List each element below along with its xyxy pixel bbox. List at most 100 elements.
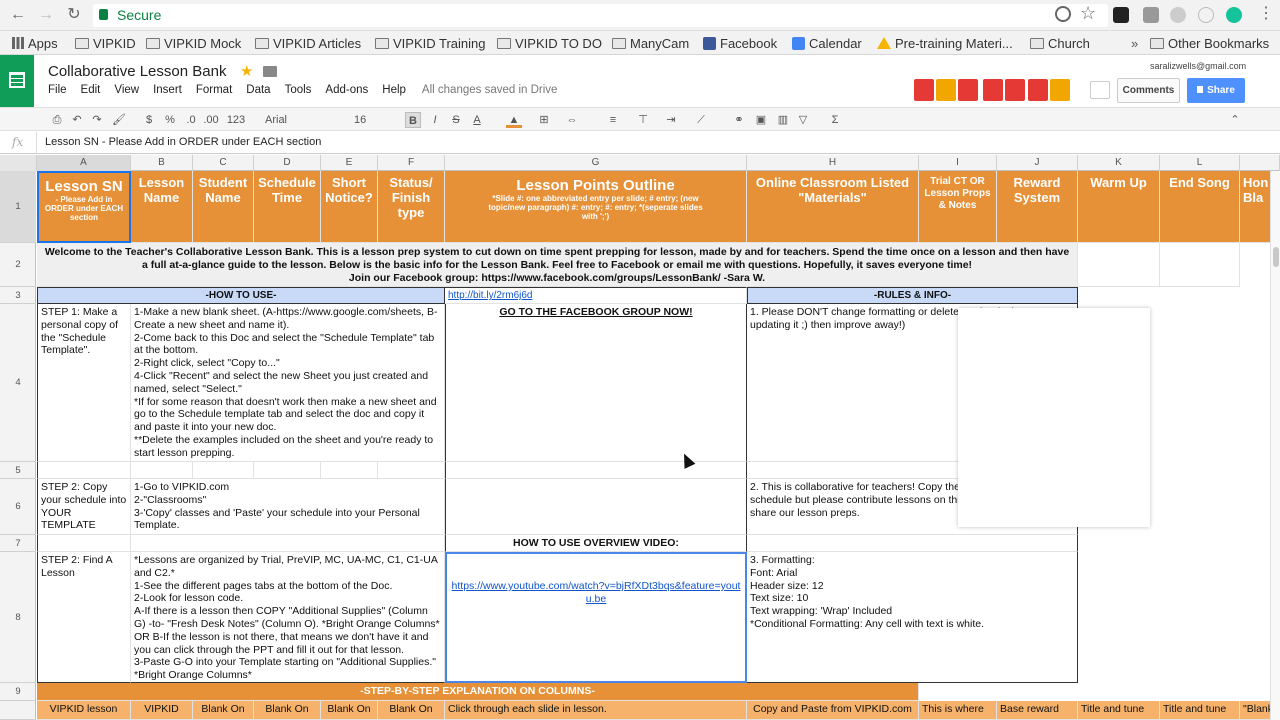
bookmark-vipkid-articles[interactable]: VIPKID Articles bbox=[255, 35, 361, 51]
collaborator-avatar-icon[interactable] bbox=[983, 79, 1003, 101]
percent-button[interactable]: % bbox=[164, 112, 176, 128]
cell-a1[interactable]: Lesson SN - Please Add in ORDER under EA… bbox=[37, 171, 131, 243]
menu-file[interactable]: File bbox=[48, 84, 67, 96]
bookmark-calendar[interactable]: Calendar bbox=[792, 35, 862, 51]
formula-input[interactable]: Lesson SN - Please Add in ORDER under EA… bbox=[45, 136, 321, 148]
bookmark-other[interactable]: Other Bookmarks bbox=[1150, 35, 1269, 51]
bitly-link[interactable]: http://bit.ly/2rm6j6d bbox=[445, 287, 747, 304]
font-select[interactable]: Arial bbox=[265, 112, 335, 128]
cell-h10[interactable]: Copy and Paste from VIPKID.com bbox=[747, 701, 919, 720]
cell-g10[interactable]: Click through each slide in lesson. bbox=[445, 701, 747, 720]
menu-insert[interactable]: Insert bbox=[153, 84, 182, 96]
cell-b4-instructions[interactable]: 1-Make a new blank sheet. (A-https://www… bbox=[131, 304, 445, 462]
cell-i10[interactable]: This is where bbox=[919, 701, 997, 720]
share-button[interactable]: Share bbox=[1187, 78, 1245, 103]
row-header-9[interactable]: 9 bbox=[0, 683, 36, 701]
cell-a10[interactable]: VIPKID lesson bbox=[37, 701, 131, 720]
bookmark-manycam[interactable]: ManyCam bbox=[612, 35, 689, 51]
move-folder-icon[interactable] bbox=[263, 66, 277, 77]
help-extension-icon[interactable] bbox=[1143, 7, 1159, 23]
collaborator-avatar-icon[interactable] bbox=[914, 79, 934, 101]
cell-a8-step2[interactable]: STEP 2: Find A Lesson bbox=[37, 552, 131, 683]
floating-drawing[interactable] bbox=[958, 308, 1150, 527]
cell-l2[interactable] bbox=[1160, 243, 1240, 287]
row-header-1[interactable]: 1 bbox=[0, 171, 36, 243]
menu-addons[interactable]: Add-ons bbox=[325, 84, 368, 96]
row-header-8[interactable]: 8 bbox=[0, 552, 36, 683]
rules-info-header[interactable]: -RULES & INFO- bbox=[747, 287, 1078, 304]
bookmark-vipkid[interactable]: VIPKID bbox=[75, 35, 136, 51]
facebook-group-cta[interactable]: GO TO THE FACEBOOK GROUP NOW! bbox=[445, 304, 747, 462]
print-icon[interactable]: ⎙ bbox=[50, 112, 64, 128]
bookmark-pretraining[interactable]: Pre-training Materi... bbox=[877, 35, 1013, 51]
extension-icon[interactable] bbox=[1113, 7, 1129, 23]
collaborator-avatar-icon[interactable] bbox=[936, 79, 956, 101]
currency-button[interactable]: $ bbox=[143, 112, 155, 128]
cell-g6[interactable] bbox=[445, 479, 747, 535]
text-color-button[interactable]: A bbox=[470, 112, 484, 128]
cell-f1[interactable]: Status/ Finish type bbox=[378, 171, 445, 243]
bold-button[interactable]: B bbox=[405, 112, 421, 128]
collaborator-avatar-icon[interactable] bbox=[1005, 79, 1025, 101]
bookmark-vipkid-training[interactable]: VIPKID Training bbox=[375, 35, 486, 51]
column-header-m[interactable] bbox=[1240, 155, 1280, 171]
collaborator-avatar-icon[interactable] bbox=[958, 79, 978, 101]
comments-button[interactable]: Comments bbox=[1117, 78, 1180, 103]
column-header-g[interactable]: G bbox=[445, 155, 747, 171]
cell-c1[interactable]: Student Name bbox=[193, 171, 254, 243]
doc-title[interactable]: Collaborative Lesson Bank bbox=[48, 63, 226, 80]
vertical-scrollbar[interactable] bbox=[1270, 171, 1280, 720]
row-header-6[interactable]: 6 bbox=[0, 479, 36, 535]
menu-tools[interactable]: Tools bbox=[285, 84, 312, 96]
row-header-4[interactable]: 4 bbox=[0, 304, 36, 462]
scrollbar-thumb[interactable] bbox=[1273, 247, 1279, 267]
menu-format[interactable]: Format bbox=[196, 84, 232, 96]
text-wrap-icon[interactable]: ⇥ bbox=[664, 112, 678, 128]
collaborator-avatar-icon[interactable] bbox=[1028, 79, 1048, 101]
cell-a4-step1[interactable]: STEP 1: Make a personal copy of the "Sch… bbox=[37, 304, 131, 462]
select-all-corner[interactable] bbox=[0, 155, 37, 171]
cell-d10[interactable]: Blank On bbox=[254, 701, 321, 720]
cell-h7[interactable] bbox=[747, 535, 1078, 552]
bookmarks-overflow[interactable]: » bbox=[1131, 35, 1138, 51]
star-icon[interactable]: ☆ bbox=[1080, 3, 1096, 24]
bookmark-vipkid-mock[interactable]: VIPKID Mock bbox=[146, 35, 241, 51]
menu-icon[interactable]: ⋮ bbox=[1258, 3, 1274, 23]
cell-b1[interactable]: Lesson Name bbox=[131, 171, 193, 243]
align-horizontal-icon[interactable]: ≡ bbox=[606, 112, 620, 128]
cell-b5[interactable] bbox=[131, 462, 193, 479]
menu-view[interactable]: View bbox=[114, 84, 139, 96]
menu-help[interactable]: Help bbox=[382, 84, 406, 96]
cell-k2[interactable] bbox=[1078, 243, 1160, 287]
cell-b10[interactable]: VIPKID bbox=[131, 701, 193, 720]
collapse-toolbar-icon[interactable]: ⌃ bbox=[1228, 112, 1242, 128]
bookmark-vipkid-todo[interactable]: VIPKID TO DO bbox=[497, 35, 602, 51]
grammarly-icon[interactable] bbox=[1226, 7, 1242, 23]
text-rotation-icon[interactable]: ⟋ bbox=[694, 112, 708, 128]
insert-link-icon[interactable]: ⚭ bbox=[732, 112, 746, 128]
decrease-decimal-button[interactable]: .0 bbox=[183, 112, 199, 128]
cell-e10[interactable]: Blank On bbox=[321, 701, 378, 720]
how-to-use-header[interactable]: -HOW TO USE- bbox=[37, 287, 445, 304]
skype-icon[interactable] bbox=[1170, 7, 1186, 23]
cell-b6-instructions[interactable]: 1-Go to VIPKID.com 2-"Classrooms" 3-'Cop… bbox=[131, 479, 445, 535]
extension-circle-icon[interactable] bbox=[1198, 7, 1214, 23]
column-header-e[interactable]: E bbox=[321, 155, 378, 171]
address-bar[interactable]: Secure bbox=[93, 4, 1108, 27]
row-header-2[interactable]: 2 bbox=[0, 243, 36, 287]
sheets-logo-icon[interactable] bbox=[0, 55, 34, 107]
column-header-f[interactable]: F bbox=[378, 155, 445, 171]
column-header-k[interactable]: K bbox=[1078, 155, 1160, 171]
merge-cells-icon[interactable]: ⇔ bbox=[565, 112, 579, 128]
collaborator-avatar-icon[interactable] bbox=[1050, 79, 1070, 101]
insert-chart-icon[interactable]: ▥ bbox=[776, 112, 790, 128]
row-header-7[interactable]: 7 bbox=[0, 535, 36, 552]
bookmark-facebook[interactable]: Facebook bbox=[703, 35, 777, 51]
column-header-j[interactable]: J bbox=[997, 155, 1078, 171]
forward-icon[interactable]: → bbox=[36, 5, 56, 25]
cell-k1[interactable]: Warm Up bbox=[1078, 171, 1160, 243]
cell-k10[interactable]: Title and tune or bbox=[1078, 701, 1160, 720]
row-header-5[interactable]: 5 bbox=[0, 462, 36, 479]
cell-b8-instructions[interactable]: *Lessons are organized by Trial, PreVIP,… bbox=[131, 552, 445, 683]
cell-f10[interactable]: Blank On bbox=[378, 701, 445, 720]
